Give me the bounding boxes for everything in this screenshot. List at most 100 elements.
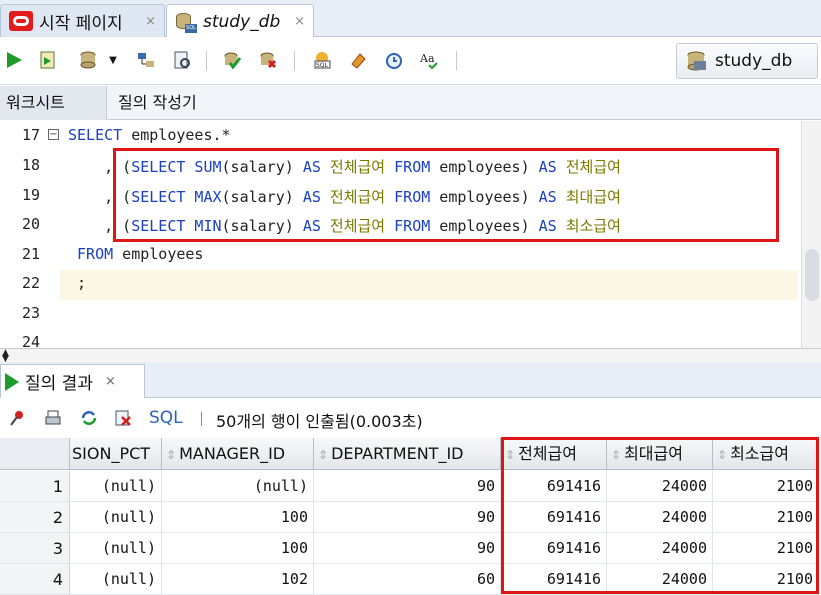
table-cell[interactable]: 90 (314, 533, 501, 564)
script-icon (40, 51, 55, 69)
code-token: ; (68, 274, 87, 292)
sql-keyword: SELECT (68, 126, 123, 144)
table-cell[interactable]: (null) (70, 533, 162, 564)
table-cell[interactable]: 100 (162, 502, 314, 533)
refresh-button[interactable] (78, 407, 100, 429)
table-cell[interactable]: 102 (162, 564, 314, 595)
code-line: SELECT employees.* (68, 126, 231, 144)
rollback-icon (260, 52, 277, 69)
line-number: 17 (21, 126, 40, 144)
worksheet-toolbar: ▼ SQL Aa study_db (0, 37, 821, 85)
column-header[interactable]: SION_PCT (70, 438, 162, 470)
sql-editor[interactable]: 17 18 19 20 21 22 23 24 − SELECT employe… (0, 121, 821, 348)
row-number-header (0, 438, 70, 470)
play-icon (5, 372, 19, 391)
tuning-advisor-icon (174, 51, 190, 69)
line-number: 23 (21, 304, 40, 322)
database-icon (687, 51, 706, 71)
row-number[interactable]: 1 (0, 471, 70, 502)
row-number[interactable]: 4 (0, 564, 70, 595)
scrollbar-thumb[interactable] (805, 249, 819, 301)
code-token: employees.* (122, 126, 231, 144)
autotrace-button[interactable] (76, 48, 100, 72)
close-icon[interactable]: × (105, 374, 116, 389)
cancel-button[interactable] (112, 407, 134, 429)
table-cell[interactable]: 90 (314, 502, 501, 533)
table-cell[interactable]: 90 (314, 471, 501, 502)
explain-plan-icon (138, 53, 154, 67)
database-icon (80, 51, 96, 69)
tab-query-result[interactable]: 질의 결과 × (0, 364, 145, 398)
line-number: 19 (21, 186, 40, 204)
connection-selector[interactable]: study_db (676, 43, 818, 79)
run-script-button[interactable] (36, 48, 60, 72)
sql-link[interactable]: SQL (149, 408, 183, 428)
printer-icon (45, 410, 61, 425)
commit-icon (224, 52, 242, 70)
run-statement-button[interactable] (2, 48, 26, 72)
worksheet-subtabs: 워크시트 질의 작성기 (0, 86, 821, 120)
sql-badge-icon: SQL (314, 52, 331, 69)
code-line: FROM employees (68, 245, 203, 263)
sort-icon[interactable]: ⇕ (166, 448, 176, 462)
sql-tuning-button[interactable] (170, 48, 194, 72)
line-number: 24 (21, 333, 40, 348)
results-tab-strip: 질의 결과 × (0, 362, 821, 398)
column-header-label: SION_PCT (72, 444, 151, 463)
column-header-label: DEPARTMENT_ID (331, 444, 464, 463)
play-icon (7, 52, 22, 68)
explain-plan-button[interactable] (134, 48, 158, 72)
row-number[interactable]: 2 (0, 502, 70, 533)
code-token: employees (113, 245, 204, 263)
line-number: 22 (21, 274, 40, 292)
table-cell[interactable]: (null) (70, 502, 162, 533)
column-header[interactable]: ⇕ DEPARTMENT_ID (314, 438, 501, 470)
toolbar-separator (456, 51, 457, 71)
line-number-gutter: 17 18 19 20 21 22 23 24 (0, 121, 48, 348)
current-line-highlight (60, 270, 798, 300)
editor-scrollbar[interactable] (801, 121, 821, 348)
tab-study-db[interactable]: SQL study_db × (166, 4, 314, 38)
close-icon[interactable]: × (294, 14, 305, 29)
commit-button[interactable] (220, 48, 244, 72)
table-cell[interactable]: (null) (70, 564, 162, 595)
rollback-button[interactable] (256, 48, 280, 72)
clear-button[interactable] (346, 48, 370, 72)
code-line: ; (68, 274, 86, 292)
line-number: 21 (21, 245, 40, 263)
unshared-sql-button[interactable]: SQL (310, 48, 334, 72)
highlight-box (113, 148, 779, 242)
clock-icon (386, 53, 402, 69)
format-case-button[interactable]: Aa (418, 48, 442, 72)
fetch-status: 50개의 행이 인출됨(0.003초) (216, 412, 423, 431)
tab-query-builder[interactable]: 질의 작성기 (112, 86, 203, 120)
highlight-box (501, 437, 819, 594)
table-cell[interactable]: 60 (314, 564, 501, 595)
freeze-view-button[interactable] (6, 407, 28, 429)
table-cell[interactable]: (null) (70, 471, 162, 502)
column-header[interactable]: ⇕ MANAGER_ID (162, 438, 314, 470)
table-cell[interactable]: 100 (162, 533, 314, 564)
print-button[interactable] (42, 407, 64, 429)
table-cell[interactable]: (null) (162, 471, 314, 502)
close-icon[interactable]: × (145, 14, 156, 29)
eraser-icon (351, 53, 366, 69)
sort-icon[interactable]: ⇕ (318, 448, 328, 462)
fold-toggle-icon[interactable]: − (48, 129, 59, 140)
toolbar-separator (206, 51, 207, 71)
panel-splitter[interactable]: ▲ ▼ (0, 348, 821, 364)
collapse-arrows-icon[interactable]: ▲ ▼ (2, 349, 9, 364)
document-tab-strip: 시작 페이지 × SQL study_db × (0, 0, 821, 38)
tab-start-page[interactable]: 시작 페이지 × (0, 4, 165, 37)
row-number[interactable]: 3 (0, 533, 70, 564)
line-number: 18 (21, 156, 40, 174)
column-header-label: MANAGER_ID (179, 444, 286, 463)
sql-worksheet-icon: SQL (175, 11, 197, 33)
tab-worksheet[interactable]: 워크시트 (0, 86, 107, 120)
chevron-down-icon[interactable]: ▼ (106, 48, 120, 72)
svg-text:SQL: SQL (316, 62, 329, 69)
cancel-query-icon (115, 410, 131, 426)
tab-label: 질의 결과 (25, 374, 93, 394)
sql-history-button[interactable] (382, 48, 406, 72)
toolbar-separator (294, 51, 295, 71)
